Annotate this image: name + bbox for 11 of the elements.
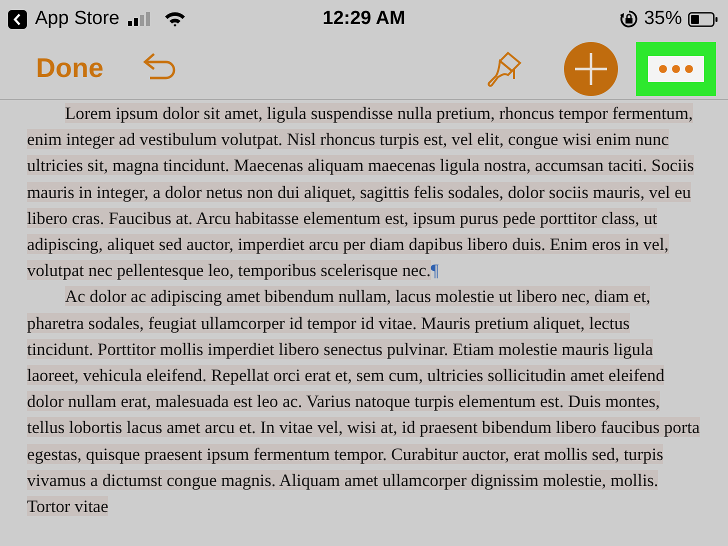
add-button[interactable]: [564, 42, 618, 96]
rotation-lock-icon: [620, 10, 638, 28]
wifi-icon: [164, 11, 186, 27]
battery-percentage: 35%: [644, 8, 682, 30]
more-options-button[interactable]: [648, 56, 704, 82]
back-chevron-icon[interactable]: [8, 10, 27, 28]
clock-time: 12:29 AM: [322, 8, 406, 30]
back-to-app-label[interactable]: App Store: [35, 8, 120, 30]
body-paragraph: Lorem ipsum dolor sit amet, ligula suspendisse nulla pretium, rhoncus tempor fermentum, enim integer ad vestibulum volutpat. Nisl rhoncus turpis est, vel elit, congue wisi enim nunc ultricies sit, magna tincidunt. Maecenas aliquam maecenas ligula nostra, accumsan taciti. Sociis mauris in integer, a dolor netus non dui aliquet, sagittis felis sodales, dolor sociis mauris, vel eu libero cras. Faucibus at. Arcu habitasse elementum est, ipsum purus pede porttitor class, ut adipiscing, aliquet sed auctor, imperdiet arcu per diam dapibus libero duis. Enim eros in vel, volutpat nec pellentesque leo, temporibus scelerisque nec.¶: [27, 102, 695, 282]
body-paragraph: Ac dolor ac adipiscing amet bibendum nullam, lacus molestie ut libero nec, diam et, pharetra sodales, feugiat ullamcorper id tempor id vitae. Mauris pretium aliquet, lectus tincidunt. Porttitor mollis imperdiet libero senectus pulvinar. Etiam molestie mauris ligula laoreet, vehicula eleifend. Repellat orci erat et, sem cum, ultricies sollicitudin amet eleifend dolor nullam erat, malesuada est leo ac. Varius natoque turpis elementum est. Duis montes, tellus lobortis lacus amet arcu et. In vitae vel, wisi at, id praesent bibendum libero faucibus porta egestas, quisque praesent ipsum fermentum tempor. Curabitur auctor, erat mollis sed, turpis vivamus a dictumst congue magnis. Aliquam amet ullamcorper dignissim molestie, mollis. Tortor vitae: [27, 285, 700, 518]
battery-icon: [688, 12, 718, 26]
